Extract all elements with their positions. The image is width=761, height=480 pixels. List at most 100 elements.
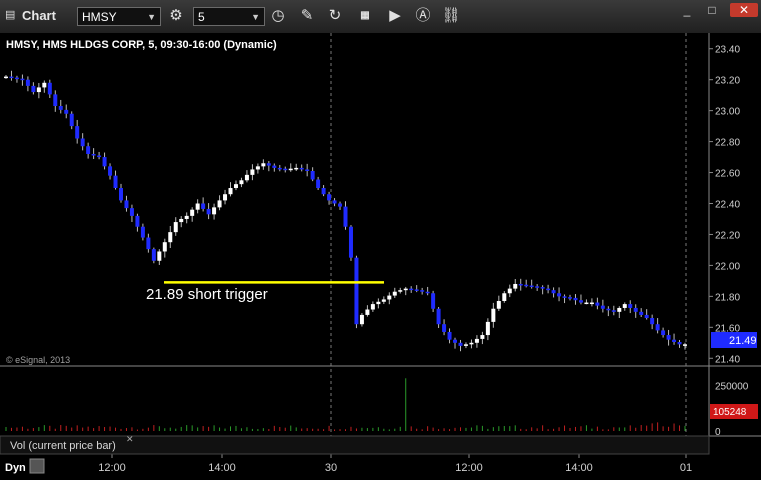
symbol-input[interactable]: HMSY ▼ [77, 7, 161, 26]
candle-body [91, 153, 96, 156]
candle-body [403, 288, 408, 291]
candle-body [36, 87, 41, 93]
candle-body [255, 166, 260, 170]
candle-body [381, 299, 386, 302]
candle-body [316, 179, 321, 189]
interval-value: 5 [198, 10, 205, 24]
candle-body [463, 344, 468, 346]
price-tick-label: 22.40 [715, 200, 740, 211]
candle-body [447, 331, 452, 340]
settings-icon[interactable]: ⚙ [166, 6, 186, 26]
price-tick-label: 22.60 [715, 169, 740, 180]
price-tick-label: 22.80 [715, 138, 740, 149]
chevron-down-icon[interactable]: ▼ [147, 8, 156, 27]
candle-body [529, 285, 534, 288]
candle-body [392, 291, 397, 296]
clock-icon[interactable]: ◷ [268, 6, 288, 26]
candle-body [655, 324, 660, 331]
candle-body [108, 166, 113, 176]
candle-body [80, 138, 85, 147]
candle-body [184, 215, 189, 219]
last-price-badge: 21.49 [711, 332, 757, 348]
title-bar: ▤ Chart HMSY ▼ ⚙ 5 ▼ ◷ ✎ ↻ ▦ ▶ Ⓐ ⛓ _ □ ✕ [0, 0, 761, 34]
volume-badge: 105248 [710, 404, 758, 419]
zoom-icon[interactable] [29, 458, 45, 474]
candle-body [288, 168, 293, 171]
candle-body [69, 113, 74, 127]
candle-body [195, 203, 200, 210]
candle-body [140, 226, 145, 238]
candle-body [162, 242, 167, 252]
candle-body [496, 301, 501, 309]
time-tick-label: 01 [680, 462, 692, 474]
price-tick-label: 23.20 [715, 76, 740, 87]
chart-background [0, 33, 761, 480]
candle-body [606, 308, 611, 311]
candle-body [244, 174, 249, 181]
candle-body [535, 286, 540, 288]
minimize-button[interactable]: _ [678, 3, 696, 17]
annotation-text: 21.89 short trigger [146, 286, 268, 303]
candle-body [233, 184, 238, 189]
candle-body [628, 304, 633, 308]
chevron-down-icon[interactable]: ▼ [251, 8, 260, 27]
refresh-icon[interactable]: ↻ [325, 6, 345, 26]
candle-body [343, 206, 348, 227]
time-tick-label: 12:00 [455, 462, 483, 474]
candle-body [469, 342, 474, 345]
candle-body [666, 335, 671, 340]
candle-body [228, 188, 233, 195]
candle-body [436, 308, 441, 325]
price-tick-label: 21.40 [715, 354, 740, 365]
candle-body [518, 283, 523, 286]
price-chart[interactable]: 23.40 23.20 23.00 22.80 22.60 22.40 22.20 22.00… [0, 33, 761, 480]
candle-body [513, 283, 518, 289]
close-button[interactable]: ✕ [730, 3, 758, 17]
candle-body [58, 106, 63, 110]
candle-body [113, 175, 118, 189]
candle-body [135, 215, 140, 227]
candle-body [409, 288, 414, 291]
candle-body [573, 297, 578, 301]
candle-body [661, 330, 666, 336]
play-icon[interactable]: ▶ [385, 6, 405, 26]
pencil-icon[interactable]: ✎ [297, 6, 317, 26]
candle-body [562, 296, 567, 298]
candle-body [206, 208, 211, 215]
last-price-value: 21.49 [729, 335, 757, 347]
candle-body [650, 318, 655, 325]
annotation-icon[interactable]: Ⓐ [413, 6, 433, 26]
candle-body [97, 155, 102, 158]
maximize-button[interactable]: □ [703, 3, 721, 17]
candle-body [600, 305, 605, 309]
candle-body [611, 310, 616, 312]
candle-body [485, 321, 490, 336]
candle-body [677, 342, 682, 345]
copyright-text: © eSignal, 2013 [6, 355, 70, 365]
candle-body [584, 302, 589, 305]
studies-icon[interactable]: ▦ [355, 6, 375, 26]
candle-body [272, 165, 277, 168]
time-tick-label: 12:00 [98, 462, 126, 474]
link-icon[interactable]: ⛓ [441, 6, 461, 26]
candle-body [151, 249, 156, 261]
candle-body [327, 194, 332, 201]
candle-body [622, 304, 627, 308]
candle-body [64, 109, 69, 114]
candle-body [277, 167, 282, 170]
candle-body [633, 307, 638, 312]
candle-body [42, 82, 47, 88]
candle-body [217, 200, 222, 208]
candle-body [387, 295, 392, 300]
candle-body [75, 126, 80, 139]
time-tick-label: 30 [325, 462, 337, 474]
chart-header: HMSY, HMS HLDGS CORP, 5, 09:30-16:00 (Dy… [6, 39, 277, 51]
dyn-label[interactable]: Dyn [5, 462, 26, 474]
candle-body [212, 207, 217, 215]
close-study-icon[interactable]: ✕ [126, 434, 134, 444]
candle-body [294, 167, 299, 170]
interval-input[interactable]: 5 ▼ [193, 7, 265, 26]
candle-body [453, 339, 458, 343]
candle-body [321, 188, 326, 195]
candle-body [9, 76, 14, 79]
